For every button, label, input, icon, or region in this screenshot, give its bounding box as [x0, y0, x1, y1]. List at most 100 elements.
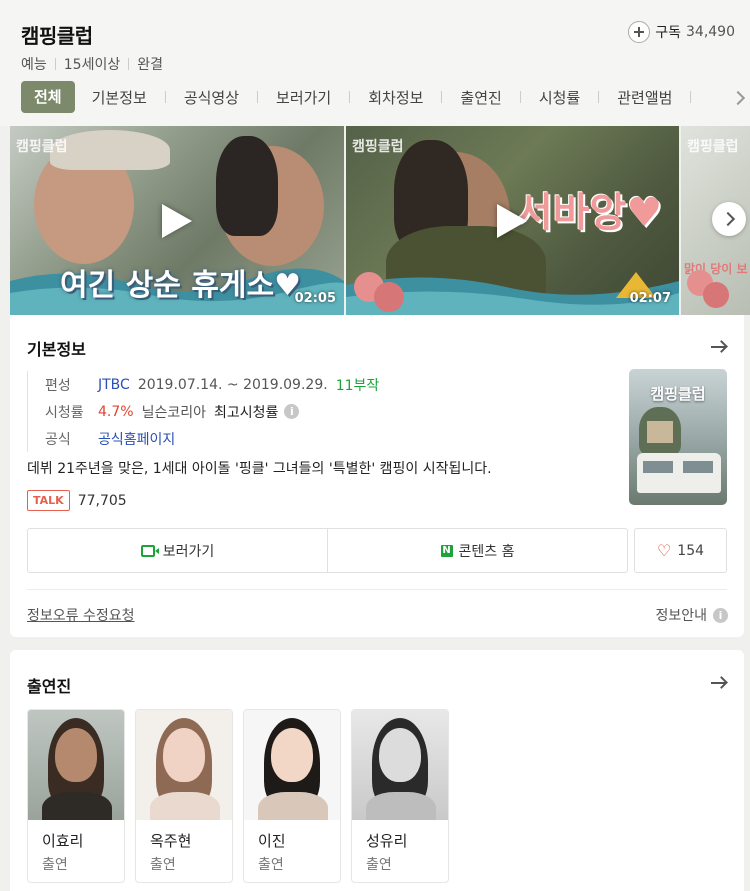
tab-official-video[interactable]: 공식영상 [184, 87, 239, 108]
cast-photo [136, 710, 232, 820]
tab-divider [349, 91, 351, 103]
cast-member-card[interactable]: 옥주현 출연 [135, 709, 233, 883]
genre-label: 예능 [21, 57, 47, 73]
video-icon [140, 544, 159, 557]
cast-photo [28, 710, 124, 820]
video-caption: 여긴 상순 휴게소♥ [60, 268, 301, 303]
channel-link[interactable]: JTBC [98, 377, 130, 393]
tab-divider [164, 91, 166, 103]
program-description: 데뷔 21주년을 맞은, 1세대 아이돌 '핑클' 그녀들의 '특별한' 캠핑이… [27, 461, 492, 477]
basic-info-title: 기본정보 [27, 340, 86, 359]
info-key: 시청률 [45, 404, 84, 421]
tab-ratings[interactable]: 시청률 [539, 87, 580, 108]
flower-decoration [374, 282, 404, 312]
cast-face [271, 728, 313, 782]
action-button-group: 보러가기 N 콘텐츠 홈 [27, 528, 628, 573]
subscribe-button[interactable]: 구독 34,490 [628, 20, 735, 44]
video-caption: 서바앙♥ [516, 190, 663, 236]
program-title[interactable]: 캠핑클럽 [21, 20, 93, 49]
poster-camper-van [637, 453, 721, 493]
info-icon[interactable]: i [284, 404, 300, 419]
tab-all[interactable]: 전체 [21, 81, 75, 113]
cast-face [379, 728, 421, 782]
cast-list: 이효리 출연 옥주현 출연 이진 출연 성유리 출연 [27, 709, 459, 883]
age-rating-label: 15세이상 [63, 57, 121, 73]
play-icon[interactable] [162, 204, 192, 238]
heart-icon: ♡ [656, 541, 672, 560]
broadcast-period: 2019.07.14. ~ 2019.09.29. [137, 376, 328, 393]
talk-row[interactable]: TALK 77,705 [27, 490, 127, 511]
program-meta: 예능 15세이상 완결 [21, 54, 163, 74]
subscribe-label: 구독 [655, 25, 681, 41]
cast-member-card[interactable]: 이효리 출연 [27, 709, 125, 883]
cast-body [42, 792, 112, 820]
tab-related-album[interactable]: 관련앨범 [617, 87, 672, 108]
cast-arrow-icon[interactable] [710, 676, 728, 690]
video-channel-logo: 캠핑클럽 [16, 139, 68, 155]
cast-role: 출연 [42, 857, 68, 873]
cast-face [163, 728, 205, 782]
rating-value: 4.7% [98, 403, 134, 420]
tab-divider [690, 91, 692, 103]
subscriber-count: 34,490 [686, 24, 735, 40]
tab-divider [519, 91, 521, 103]
cast-title: 출연진 [27, 677, 72, 696]
video-channel-logo: 캠핑클럽 [687, 139, 739, 155]
cast-face [55, 728, 97, 782]
like-button[interactable]: ♡ 154 [634, 528, 727, 573]
episode-count[interactable]: 11부작 [336, 375, 380, 395]
basic-info-card: 기본정보 편성 JTBC 2019.07.14. ~ 2019.09.29. 1… [10, 315, 744, 637]
watch-button-label: 보러가기 [162, 543, 215, 560]
cast-name: 이진 [258, 832, 286, 850]
video-person [50, 130, 170, 170]
tab-divider [257, 91, 259, 103]
tabs-next-icon[interactable] [732, 89, 746, 107]
tab-watch[interactable]: 보러가기 [276, 87, 331, 108]
basic-info-arrow-icon[interactable] [710, 340, 728, 354]
watch-button[interactable]: 보러가기 [28, 529, 327, 572]
cast-role: 출연 [150, 857, 176, 873]
tab-cast[interactable]: 출연진 [460, 87, 501, 108]
cast-body [150, 792, 220, 820]
video-thumbnail[interactable]: 캠핑클럽 여긴 상순 휴게소♥ 02:05 [10, 126, 344, 315]
carousel-next-icon[interactable] [712, 202, 746, 236]
video-thumbnail[interactable]: 캠핑클럽 맑이 당이 보 [681, 126, 750, 315]
info-guide-button[interactable]: 정보안내 i [655, 605, 728, 625]
tab-divider [441, 91, 443, 103]
cast-body [258, 792, 328, 820]
cast-role: 출연 [258, 857, 284, 873]
info-list: 편성 JTBC 2019.07.14. ~ 2019.09.29. 11부작 시… [27, 371, 587, 452]
cast-card: 출연진 이효리 출연 옥주현 출연 이진 출연 성유리 출연 [10, 650, 744, 891]
video-thumbnail[interactable]: 캠핑클럽 서바앙♥ 02:07 [346, 126, 679, 315]
status-label: 완결 [137, 57, 163, 73]
video-duration: 02:07 [629, 291, 671, 306]
video-person [216, 136, 278, 236]
content-home-button[interactable]: N 콘텐츠 홈 [327, 529, 627, 572]
cast-name: 옥주현 [150, 832, 192, 850]
talk-count: 77,705 [77, 492, 127, 509]
play-icon[interactable] [497, 204, 527, 238]
tab-divider [598, 91, 600, 103]
meta-divider [54, 58, 56, 70]
cast-role: 출연 [366, 857, 392, 873]
info-row-rating: 시청률 4.7% 닐슨코리아 최고시청률 i [45, 398, 587, 425]
report-error-link[interactable]: 정보오류 수정요청 [27, 605, 135, 625]
video-channel-logo: 캠핑클럽 [352, 139, 404, 155]
cast-member-card[interactable]: 성유리 출연 [351, 709, 449, 883]
rating-source: 닐슨코리아 [141, 404, 206, 421]
official-homepage-link[interactable]: 공식홈페이지 [98, 429, 175, 449]
program-header: 캠핑클럽 구독 34,490 예능 15세이상 완결 전체 기본정보 공식영상 … [0, 0, 750, 126]
info-key: 공식 [45, 431, 71, 448]
tab-basic-info[interactable]: 기본정보 [92, 87, 147, 108]
cast-body [366, 792, 436, 820]
poster-treehouse [647, 421, 673, 443]
tab-episodes[interactable]: 회차정보 [368, 87, 423, 108]
cast-photo [244, 710, 340, 820]
info-guide-label: 정보안내 [655, 608, 707, 624]
naver-icon: N [440, 544, 453, 557]
info-row-broadcast: 편성 JTBC 2019.07.14. ~ 2019.09.29. 11부작 [45, 371, 587, 398]
cast-member-card[interactable]: 이진 출연 [243, 709, 341, 883]
program-poster[interactable]: 캠핑클럽 [629, 369, 727, 505]
video-duration: 02:05 [294, 291, 336, 306]
info-icon: i [713, 607, 728, 623]
